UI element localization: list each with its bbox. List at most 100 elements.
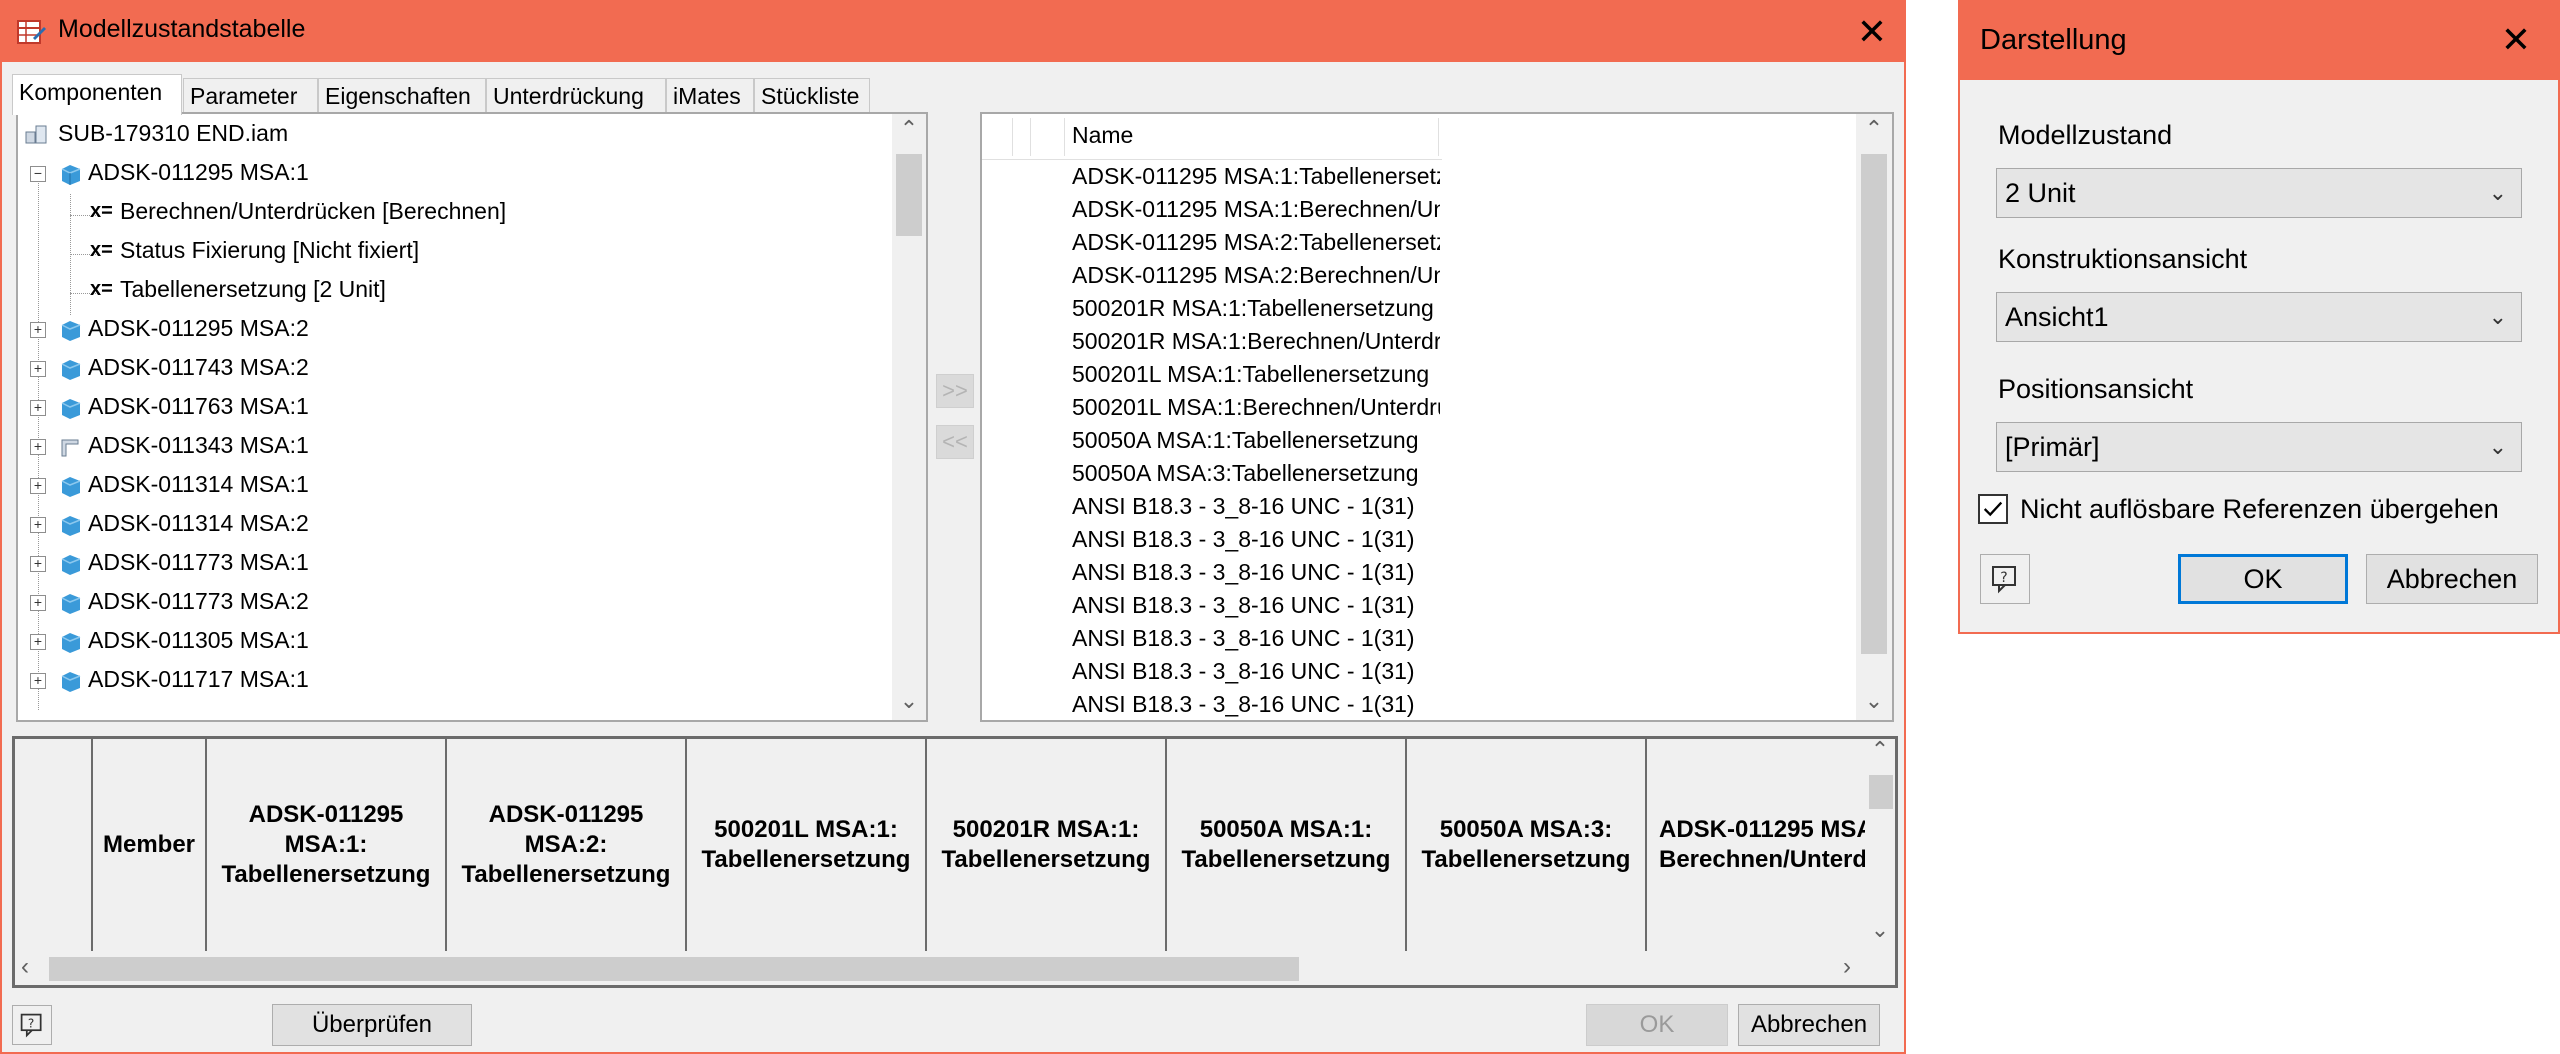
help-button[interactable]: ? <box>1980 554 2030 604</box>
tree-item[interactable]: + ADSK-011743 MSA:2 <box>18 348 898 387</box>
grid-column-header[interactable]: ADSK-011295 MSA:2: Tabellenersetzung <box>447 739 687 951</box>
list-item[interactable]: ANSI B18.3 - 3_8-16 UNC - 1(31) <box>1072 490 1440 523</box>
tab-eigenschaften[interactable]: Eigenschaften <box>318 78 486 114</box>
grid-horizontal-scrollbar[interactable]: ‹ › <box>15 951 1865 985</box>
grid-column-header[interactable]: ADSK-011295 MSA:1: Tabellenersetzung <box>207 739 447 951</box>
expand-icon[interactable]: + <box>30 361 46 377</box>
list-item[interactable]: ADSK-011295 MSA:2:Tabellenersetzung <box>1072 226 1440 259</box>
ok-button[interactable]: OK <box>1586 1004 1728 1046</box>
tree-scrollbar[interactable]: ⌃ ⌄ <box>892 114 926 720</box>
scroll-thumb[interactable] <box>49 957 1299 981</box>
selected-list[interactable]: Name ADSK-011295 MSA:1:Tabellenersetzung… <box>980 112 1894 722</box>
grid-column-header[interactable]: Member <box>93 739 207 951</box>
tree-item[interactable]: + ADSK-011305 MSA:1 <box>18 621 898 660</box>
grid-column-header[interactable]: 500201L MSA:1: Tabellenersetzung <box>687 739 927 951</box>
design-view-select[interactable]: Ansicht1 ⌄ <box>1996 292 2522 342</box>
help-button[interactable]: ? <box>12 1005 52 1045</box>
cancel-button[interactable]: Abbrechen <box>1738 1004 1880 1046</box>
model-state-value: 2 Unit <box>2005 178 2076 208</box>
tree-child[interactable]: x= Berechnen/Unterdrücken [Berechnen] <box>18 192 898 231</box>
list-item[interactable]: ANSI B18.3 - 3_8-16 UNC - 1(31) <box>1072 589 1440 622</box>
tree-item[interactable]: + ADSK-011314 MSA:2 <box>18 504 898 543</box>
scroll-up-icon[interactable]: ⌃ <box>1856 116 1892 142</box>
grid-vertical-scrollbar[interactable]: ⌃ ⌄ <box>1865 739 1895 951</box>
scroll-thumb[interactable] <box>1869 775 1893 809</box>
expand-icon[interactable]: + <box>30 478 46 494</box>
list-item[interactable]: 500201L MSA:1:Berechnen/Unterdrücken <box>1072 391 1440 424</box>
tree-root[interactable]: SUB-179310 END.iam <box>18 114 898 153</box>
add-to-list-button[interactable]: >> <box>936 374 974 408</box>
ok-button[interactable]: OK <box>2178 554 2348 604</box>
expand-icon[interactable]: + <box>30 400 46 416</box>
scroll-down-icon[interactable]: ⌄ <box>892 688 926 714</box>
scroll-down-icon[interactable]: ⌄ <box>1856 688 1892 714</box>
grid-column-header[interactable]: 500201R MSA:1: Tabellenersetzung <box>927 739 1167 951</box>
tree-item-label: ADSK-011773 MSA:1 <box>88 549 309 575</box>
scroll-up-icon[interactable]: ⌃ <box>892 116 926 142</box>
list-item[interactable]: ADSK-011295 MSA:1:Berechnen/Unterdrücken <box>1072 193 1440 226</box>
list-item[interactable]: ADSK-011295 MSA:2:Berechnen/Unterdrücken <box>1072 259 1440 292</box>
tree-item[interactable]: + ADSK-011763 MSA:1 <box>18 387 898 426</box>
chevron-down-icon: ⌄ <box>2488 304 2507 329</box>
scroll-right-icon[interactable]: › <box>1843 953 1851 981</box>
tab-stueckliste[interactable]: Stückliste <box>754 78 870 114</box>
tree-child[interactable]: x= Tabellenersetzung [2 Unit] <box>18 270 898 309</box>
tree-item[interactable]: + ADSK-011314 MSA:1 <box>18 465 898 504</box>
list-item[interactable]: ANSI B18.3 - 3_8-16 UNC - 1(31) <box>1072 523 1440 556</box>
remove-from-list-button[interactable]: << <box>936 425 974 459</box>
list-item[interactable]: 50050A MSA:3:Tabellenersetzung <box>1072 457 1440 490</box>
verify-button[interactable]: Überprüfen <box>272 1004 472 1046</box>
list-item[interactable]: ANSI B18.3 - 3_8-16 UNC - 1(31) <box>1072 556 1440 589</box>
collapse-icon[interactable]: − <box>30 166 46 182</box>
model-state-grid[interactable]: Member ADSK-011295 MSA:1: Tabellenersetzun… <box>12 736 1898 988</box>
model-state-select[interactable]: 2 Unit ⌄ <box>1996 168 2522 218</box>
tab-parameter[interactable]: Parameter <box>183 78 318 114</box>
tree-item[interactable]: + ADSK-011343 MSA:1 <box>18 426 898 465</box>
skip-unresolved-checkbox[interactable] <box>1978 494 2008 524</box>
expand-icon[interactable]: + <box>30 595 46 611</box>
expand-icon[interactable]: + <box>30 322 46 338</box>
close-icon[interactable]: ✕ <box>2496 20 2536 60</box>
cancel-button[interactable]: Abbrechen <box>2366 554 2538 604</box>
list-item[interactable]: 500201L MSA:1:Tabellenersetzung <box>1072 358 1440 391</box>
expand-icon[interactable]: + <box>30 634 46 650</box>
expand-icon[interactable]: + <box>30 556 46 572</box>
expand-icon[interactable]: + <box>30 517 46 533</box>
tab-komponenten[interactable]: Komponenten <box>12 74 182 115</box>
tree-item[interactable]: − ADSK-011295 MSA:1 <box>18 153 898 192</box>
list-header-name[interactable]: Name <box>1072 122 1133 149</box>
tree-item[interactable]: + ADSK-011773 MSA:2 <box>18 582 898 621</box>
grid-column-header[interactable]: ADSK-011295 MSA:1: Berechnen/Unterdrücken <box>1647 739 1865 951</box>
component-tree[interactable]: SUB-179310 END.iam − ADSK-011295 MSA:1 x… <box>16 112 928 722</box>
scroll-thumb[interactable] <box>896 154 922 236</box>
grid-row-header-corner[interactable] <box>15 739 93 951</box>
tab-unterdrueckung[interactable]: Unterdrückung <box>486 78 666 114</box>
tree-item[interactable]: + ADSK-011773 MSA:1 <box>18 543 898 582</box>
list-item[interactable]: 500201R MSA:1:Tabellenersetzung <box>1072 292 1440 325</box>
position-view-select[interactable]: [Primär] ⌄ <box>1996 422 2522 472</box>
tree-item[interactable]: + ADSK-011717 MSA:1 <box>18 660 898 699</box>
list-item[interactable]: ADSK-011295 MSA:1:Tabellenersetzung <box>1072 160 1440 193</box>
scroll-left-icon[interactable]: ‹ <box>21 953 29 981</box>
tree-item[interactable]: + ADSK-011295 MSA:2 <box>18 309 898 348</box>
scroll-thumb[interactable] <box>1861 154 1887 654</box>
grid-column-header[interactable]: 50050A MSA:1: Tabellenersetzung <box>1167 739 1407 951</box>
grid-column-header[interactable]: 50050A MSA:3: Tabellenersetzung <box>1407 739 1647 951</box>
scroll-up-icon[interactable]: ⌃ <box>1865 739 1895 763</box>
list-item[interactable]: ANSI B18.3 - 3_8-16 UNC - 1(31) <box>1072 688 1440 720</box>
list-item[interactable]: 500201R MSA:1:Berechnen/Unterdrücken <box>1072 325 1440 358</box>
list-scrollbar[interactable]: ⌃ ⌄ <box>1856 114 1892 720</box>
part-cube-icon <box>61 672 81 692</box>
list-item[interactable]: 50050A MSA:1:Tabellenersetzung <box>1072 424 1440 457</box>
list-item[interactable]: ANSI B18.3 - 3_8-16 UNC - 1(31) <box>1072 655 1440 688</box>
close-icon[interactable]: ✕ <box>1852 12 1892 52</box>
expand-icon[interactable]: + <box>30 673 46 689</box>
expand-icon[interactable]: + <box>30 439 46 455</box>
tree-child[interactable]: x= Status Fixierung [Nicht fixiert] <box>18 231 898 270</box>
list-item[interactable]: ANSI B18.3 - 3_8-16 UNC - 1(31) <box>1072 622 1440 655</box>
title-bar: Modellzustandstabelle ✕ <box>2 2 1904 62</box>
tab-imates[interactable]: iMates <box>666 78 754 114</box>
part-cube-icon <box>61 165 81 185</box>
skip-unresolved-label[interactable]: Nicht auflösbare Referenzen übergehen <box>2020 494 2499 525</box>
scroll-down-icon[interactable]: ⌄ <box>1865 917 1895 943</box>
